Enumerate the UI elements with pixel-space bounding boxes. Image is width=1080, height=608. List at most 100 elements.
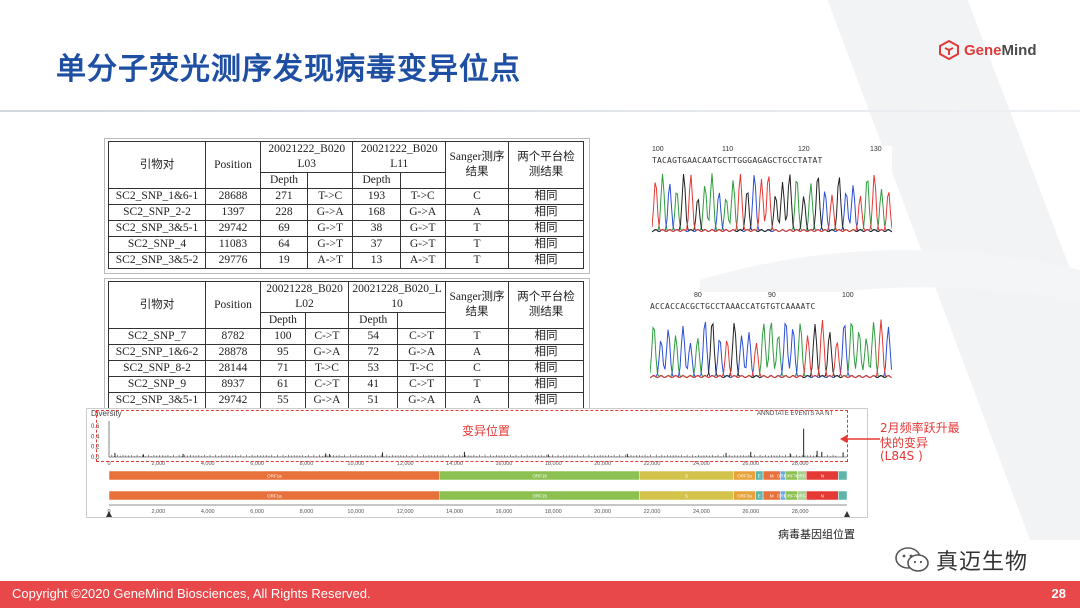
wechat-watermark: 真迈生物 [894, 544, 1028, 576]
cell-primer: SC2_SNP_7 [108, 328, 206, 345]
x-tick-label-bottom: 16,000 [496, 509, 513, 515]
x-tick-label-bottom: 8,000 [300, 509, 314, 515]
gene-label: E [758, 474, 761, 479]
cell-mutation-b: C->T [397, 328, 446, 345]
x-tick-label-bottom: 20,000 [594, 509, 611, 515]
header-sanger: Sanger测序结果 [445, 281, 509, 329]
cell-position: 29742 [205, 220, 261, 237]
cell-primer: SC2_SNP_3&5-1 [108, 392, 206, 409]
cell-mutation-b: G->T [399, 236, 446, 253]
cell-mutation-b: G->A [397, 392, 446, 409]
cell-mutation-b: A->T [399, 252, 446, 269]
x-tick-label-bottom: 2,000 [151, 509, 165, 515]
gene-label: ORF1b [532, 474, 547, 479]
chroma-tick: 100 [652, 146, 664, 153]
gene-block [838, 470, 848, 481]
table-row: SC2_SNP_2-2 1397 228 G->A 168 G->A A 相同 [108, 204, 584, 221]
chroma-tick: 100 [842, 292, 854, 299]
cell-mutation-a: G->A [307, 204, 354, 221]
cell-agree: 相同 [508, 360, 584, 377]
cell-sanger: A [445, 344, 509, 361]
gene-label: S [685, 474, 688, 479]
cell-position: 8782 [205, 328, 261, 345]
cell-mutation-a: T->C [304, 360, 350, 377]
chroma-tick: 80 [694, 292, 702, 299]
page-number: 28 [1051, 586, 1066, 601]
cell-depth-b: 72 [348, 344, 399, 361]
cell-agree: 相同 [508, 220, 584, 237]
cell-depth-a: 64 [259, 236, 309, 253]
cell-mutation-a: G->T [307, 236, 354, 253]
chroma-tick: 130 [870, 146, 882, 153]
header-primer: 引物对 [108, 281, 206, 329]
sanger-chromatogram-2: 80 90 100 ACCACCACGCTGCCTAAACCATGTGTCAAA… [650, 292, 892, 380]
company-logo: GeneMind [938, 40, 1037, 60]
slide-title: 单分子荧光测序发现病毒变异位点 [56, 52, 521, 87]
gene-label: S [685, 494, 688, 499]
cell-depth-a: 95 [260, 344, 306, 361]
cell-depth-b: 51 [348, 392, 399, 409]
gene-label: E [758, 494, 761, 499]
gene-label: ORF1b [532, 494, 547, 499]
cell-mutation-b: G->A [397, 344, 446, 361]
gene-label: ORF3a [737, 494, 752, 499]
table-row: SC2_SNP_4 11083 64 G->T 37 G->T T 相同 [108, 236, 584, 253]
cell-depth-a: 61 [260, 376, 306, 393]
cell-position: 28688 [205, 188, 261, 205]
cell-position: 28878 [205, 344, 261, 361]
header-blank-a [304, 312, 350, 329]
chroma-sequence: ACCACCACGCTGCCTAAACCATGTGTCAAAATC [650, 302, 816, 311]
sanger-chromatogram-1: 100 110 120 130 TACAGTGAACAATGCTTGGGAGAG… [652, 146, 892, 234]
cell-mutation-a: G->T [307, 220, 354, 237]
cell-sanger: A [445, 204, 509, 221]
cell-sanger: A [445, 392, 509, 409]
cell-primer: SC2_SNP_8-2 [108, 360, 206, 377]
cell-mutation-b: G->T [399, 220, 446, 237]
header-sample-a: 20021228_B020 L02 [259, 281, 350, 313]
cell-agree: 相同 [508, 344, 584, 361]
cell-depth-b: 37 [352, 236, 401, 253]
cell-depth-b: 41 [348, 376, 399, 393]
cell-mutation-a: G->A [304, 392, 350, 409]
footer-bar: Copyright ©2020 GeneMind Biosciences, Al… [0, 581, 1080, 608]
cell-position: 11083 [205, 236, 261, 253]
cell-position: 29742 [205, 392, 261, 409]
cell-agree: 相同 [508, 188, 584, 205]
logo-text-gene: Gene [964, 41, 1002, 59]
cell-mutation-a: C->T [304, 328, 350, 345]
header-blank-b [397, 312, 446, 329]
header-agree: 两个平台检测结果 [508, 281, 584, 329]
header-blank-b [399, 172, 446, 189]
variant-positions-label: 变异位置 [462, 424, 511, 438]
cell-depth-a: 55 [260, 392, 306, 409]
x-tick-label-bottom: 6,000 [250, 509, 264, 515]
header-depth-a: Depth [260, 312, 306, 329]
cell-primer: SC2_SNP_2-2 [108, 204, 206, 221]
cell-position: 29776 [205, 252, 261, 269]
x-tick-label-bottom: 24,000 [693, 509, 710, 515]
genome-axis-caption: 病毒基因组位置 [778, 528, 855, 541]
cell-mutation-b: G->A [399, 204, 446, 221]
x-tick-label-bottom: 10,000 [347, 509, 364, 515]
table-row: SC2_SNP_3&5-1 29742 69 G->T 38 G->T T 相同 [108, 220, 584, 237]
chroma-trace [650, 319, 892, 379]
cell-sanger: T [445, 376, 509, 393]
table-row: SC2_SNP_1&6-2 28878 95 G->A 72 G->A A 相同 [108, 344, 584, 361]
table-row: SC2_SNP_3&5-1 29742 55 G->A 51 G->A A 相同 [108, 392, 584, 409]
table-row: SC2_SNP_7 8782 100 C->T 54 C->T T 相同 [108, 328, 584, 345]
cell-sanger: T [445, 328, 509, 345]
header-agree: 两个平台检测结果 [508, 141, 584, 189]
cell-agree: 相同 [508, 392, 584, 409]
cell-depth-b: 193 [352, 188, 401, 205]
chroma-tick: 90 [768, 292, 776, 299]
cell-depth-a: 271 [259, 188, 309, 205]
cell-sanger: C [445, 188, 509, 205]
cell-depth-a: 69 [259, 220, 309, 237]
snp-table-2: 引物对 Position 20021228_B020 L02 20021228_… [108, 281, 584, 409]
table-row: SC2_SNP_8-2 28144 71 T->C 53 T->C C 相同 [108, 360, 584, 377]
cell-primer: SC2_SNP_1&6-1 [108, 188, 206, 205]
cell-agree: 相同 [508, 204, 584, 221]
gene-label: ORF1a [267, 494, 282, 499]
gene-label: M [770, 474, 774, 479]
cell-mutation-b: C->T [397, 376, 446, 393]
